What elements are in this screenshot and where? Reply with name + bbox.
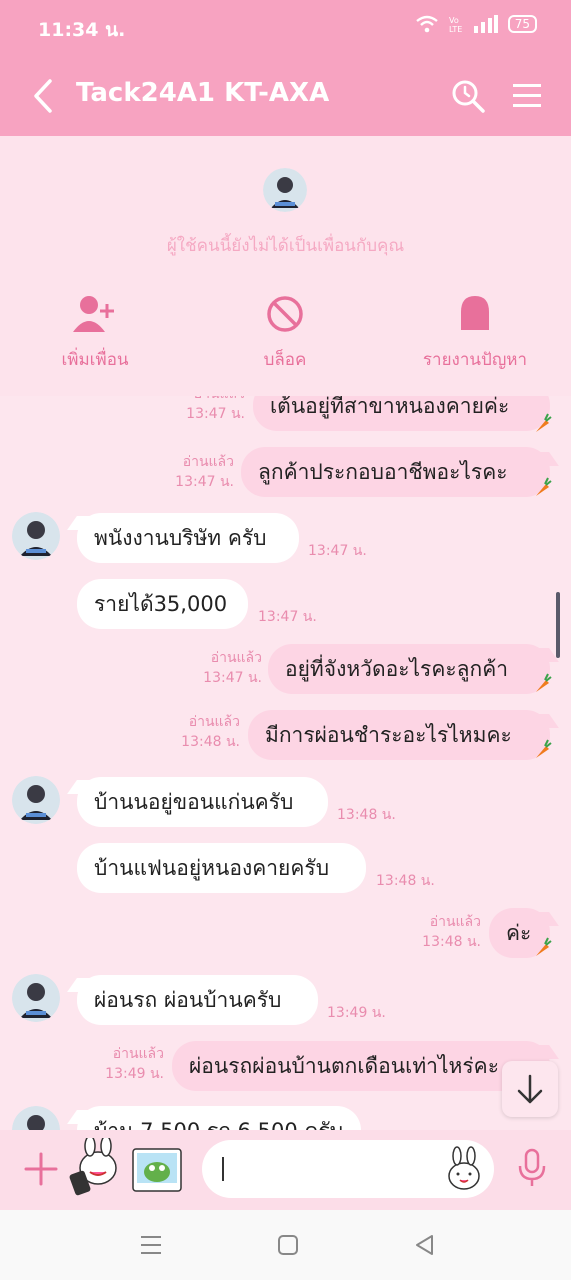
signal-icon (473, 15, 498, 33)
message-meta: อ่านแล้ว 13:48 น. (181, 714, 240, 750)
wifi-icon (415, 15, 438, 33)
status-time: 11:34 น. (38, 19, 126, 41)
non-friend-notice: ผู้ใช้คนนี้ยังไม่ได้เป็นเพื่อนกับคุณ (166, 236, 405, 256)
microphone-icon[interactable] (514, 1148, 550, 1188)
carrot-icon (536, 937, 552, 956)
status-bar: 11:34 น. Vo LTE 75 (0, 0, 571, 54)
outgoing-message[interactable]: เต้นอยู่ที่สาขาหนองคายค่ะ (253, 396, 550, 431)
scrollbar[interactable] (556, 592, 560, 658)
chat-header: Tack24A1 KT-AXA (0, 54, 571, 136)
message-meta: อ่านแล้ว 13:49 น. (105, 1046, 164, 1082)
message-time: 13:47 น. (258, 609, 317, 625)
carrot-icon (536, 673, 552, 692)
svg-text:Vo: Vo (449, 16, 459, 25)
text-caret (222, 1157, 224, 1181)
arrow-down-icon (517, 1074, 543, 1104)
search-icon[interactable] (450, 78, 486, 114)
add-friend-label: เพิ่มเพื่อน (61, 350, 129, 370)
outgoing-message[interactable]: ลูกค้าประกอบอาชีพอะไรคะ (241, 447, 550, 497)
incoming-message[interactable]: พนังงานบริษัท ครับ (77, 513, 299, 563)
system-navigation-bar (0, 1210, 571, 1280)
back-nav-icon[interactable] (414, 1234, 436, 1256)
block-button[interactable]: บล็อค (195, 294, 375, 373)
message-meta: อ่านแล้ว13:47 น. (203, 650, 262, 686)
outgoing-message[interactable]: อยู่ที่จังหวัดอะไรคะลูกค้า (268, 644, 550, 694)
volte-icon: Vo LTE (449, 16, 462, 34)
carrot-icon (536, 739, 552, 758)
message-meta: อ่านแล้ว13:47 น. (186, 396, 245, 422)
input-bar (0, 1130, 571, 1210)
plus-icon[interactable] (24, 1152, 58, 1186)
carrot-icon (536, 477, 552, 496)
battery-icon: 75 (507, 15, 537, 33)
incoming-message[interactable]: บ้านแฟนอยู่หนองคายครับ (77, 843, 366, 893)
non-friend-panel: ผู้ใช้คนนี้ยังไม่ได้เป็นเพื่อนกับคุณ เพิ… (0, 136, 571, 396)
avatar[interactable] (12, 974, 60, 1022)
incoming-message[interactable]: บ้านนอยู่ขอนแก่นครับ (77, 777, 328, 827)
chat-area[interactable]: อ่านแล้ว13:47 น. เต้นอยู่ที่สาขาหนองคายค… (0, 396, 571, 1130)
message-time: 13:47 น. (308, 543, 367, 559)
home-icon[interactable] (277, 1234, 299, 1256)
scroll-to-bottom-button[interactable] (502, 1061, 558, 1117)
report-button[interactable]: รายงานปัญหา (385, 294, 565, 373)
incoming-message[interactable]: บ้าน 7,500 รถ 6,500 ครับ (77, 1106, 361, 1130)
message-meta: อ่านแล้ว 13:48 น. (422, 914, 481, 950)
recent-apps-icon[interactable] (140, 1234, 162, 1256)
add-friend-button[interactable]: เพิ่มเพื่อน (5, 294, 185, 373)
avatar[interactable] (12, 776, 60, 824)
outgoing-message[interactable]: มีการผ่อนชำระอะไรไหมคะ (248, 710, 550, 760)
block-label: บล็อค (263, 350, 307, 370)
avatar (263, 168, 307, 212)
emoji-icon[interactable] (444, 1146, 484, 1192)
add-friend-icon (73, 296, 114, 332)
sticker-icon[interactable] (68, 1138, 124, 1198)
outgoing-message[interactable]: ผ่อนรถผ่อนบ้านตกเดือนเท่าไหร่คะ (172, 1041, 550, 1091)
back-button[interactable] (28, 76, 58, 116)
message-meta: อ่านแล้ว13:47 น. (175, 454, 234, 490)
message-time: 13:48 น. (337, 807, 396, 823)
avatar[interactable] (12, 1106, 60, 1130)
svg-text:LTE: LTE (449, 25, 462, 34)
message-time: 13:48 น. (376, 873, 435, 889)
message-time: 13:49 น. (327, 1005, 386, 1021)
chat-title: Tack24A1 KT-AXA (76, 78, 330, 108)
photo-icon[interactable] (132, 1148, 182, 1192)
incoming-message[interactable]: รายได้35,000 (77, 579, 248, 629)
report-label: รายงานปัญหา (422, 350, 528, 370)
message-input[interactable] (202, 1140, 494, 1198)
block-icon (267, 296, 303, 332)
report-icon (461, 296, 489, 330)
menu-icon[interactable] (510, 78, 546, 114)
avatar[interactable] (12, 512, 60, 560)
incoming-message[interactable]: ผ่อนรถ ผ่อนบ้านครับ (77, 975, 318, 1025)
carrot-icon (536, 413, 552, 432)
status-icons: Vo LTE 75 (415, 14, 537, 34)
